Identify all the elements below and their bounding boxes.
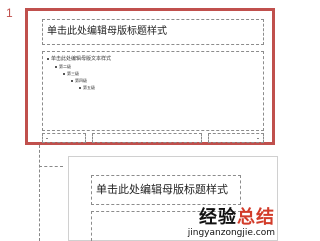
slide-master-canvas: 单击此处编辑母版标题样式 单击此处编辑母版文本样式 第二级 第三级 第四级 第五…	[36, 15, 264, 143]
date-placeholder	[42, 133, 86, 143]
footer-placeholder	[92, 133, 202, 143]
body-level-5: 第五级	[79, 85, 95, 91]
slide-master-thumbnail[interactable]: 单击此处编辑母版标题样式 单击此处编辑母版文本样式 第二级 第三级 第四级 第五…	[25, 8, 275, 145]
body-level-3: 第三级	[63, 71, 79, 77]
slide-number-placeholder	[208, 133, 264, 143]
layout-body-placeholder	[91, 211, 241, 241]
body-level-2: 第二级	[55, 64, 71, 70]
body-level-1: 单击此处编辑母版文本样式	[47, 56, 111, 62]
layout-thumbnail[interactable]: 单击此处编辑母版标题样式	[68, 156, 278, 241]
layout-connector-horizontal	[39, 166, 63, 167]
layout-connector-vertical	[39, 145, 40, 241]
bullet-icon	[71, 80, 73, 82]
slide-number: 1	[6, 6, 13, 20]
title-placeholder: 单击此处编辑母版标题样式	[42, 19, 264, 45]
bullet-icon	[63, 73, 65, 75]
body-level-4: 第四级	[71, 78, 87, 84]
bullet-icon	[55, 66, 57, 68]
body-placeholder: 单击此处编辑母版文本样式 第二级 第三级 第四级 第五级	[42, 51, 264, 131]
bullet-icon	[47, 57, 49, 60]
bullet-icon	[79, 87, 81, 89]
layout-title-placeholder: 单击此处编辑母版标题样式	[91, 175, 241, 205]
placeholder-mark	[257, 138, 259, 139]
placeholder-mark	[46, 138, 48, 139]
